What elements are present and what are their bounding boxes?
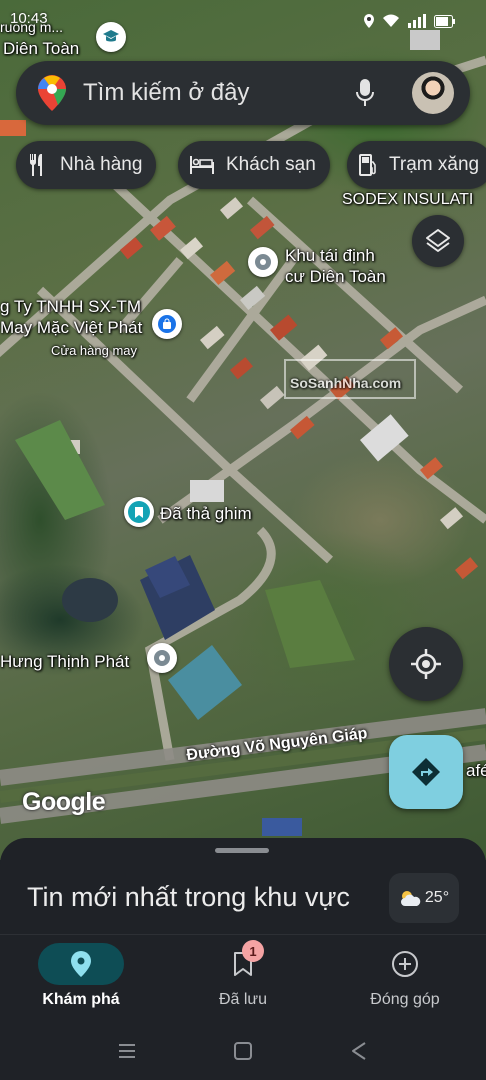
search-input[interactable]: Tìm kiếm ở đây (83, 79, 249, 107)
system-navigation-bar (0, 1026, 486, 1080)
top-left-partial-label: ruong m... (0, 19, 64, 35)
my-location-icon (411, 649, 441, 679)
back-icon[interactable] (350, 1042, 368, 1065)
temperature: 25° (424, 889, 450, 906)
cafe-partial-label[interactable]: afé (466, 760, 486, 781)
watermark-text: SoSanhNha.com (290, 375, 402, 391)
bottom-sheet[interactable]: Tin mới nhất trong khu vực 25° (0, 838, 486, 938)
nav-saved-label: Đã lưu (218, 991, 268, 1008)
chip-restaurants[interactable]: Nhà hàng (16, 141, 157, 189)
gas-station-icon (359, 154, 376, 176)
recent-apps-icon[interactable] (118, 1042, 136, 1065)
resettlement-pin[interactable] (248, 247, 278, 277)
nav-explore-label: Khám phá (42, 991, 120, 1008)
map-imagery (0, 30, 486, 836)
chip-label: Nhà hàng (60, 154, 143, 175)
partly-cloudy-icon (400, 891, 421, 906)
garment-line2: May Mặc Việt Phát (0, 318, 143, 337)
nav-contribute-label: Đóng góp (370, 991, 440, 1008)
place-icon (255, 254, 271, 270)
resettlement-line1: Khu tái định (285, 246, 375, 265)
chip-label: Trạm xăng (389, 154, 480, 175)
restaurant-icon (29, 154, 42, 176)
school-icon (103, 30, 119, 42)
chip-label: Khách sạn (226, 154, 316, 175)
wifi-icon (382, 14, 400, 33)
nav-contribute[interactable]: Đóng góp (324, 935, 486, 1027)
hotel-icon (190, 156, 214, 174)
nav-explore-pill (38, 943, 124, 985)
status-icons (364, 14, 456, 33)
garment-line1: g Ty TNHH SX-TM (0, 297, 142, 316)
google-logo: Google (22, 788, 106, 816)
hung-thinh-phat-label[interactable]: Hưng Thịnh Phát (0, 651, 129, 672)
satellite-map[interactable]: SoSanhNha.com 10:43 ruong m... Diên Toàn… (0, 0, 486, 860)
chip-hotels[interactable]: Khách sạn (178, 141, 330, 189)
search-bar[interactable]: Tìm kiếm ở đây (16, 61, 470, 125)
sheet-drag-handle[interactable] (215, 848, 269, 853)
add-circle-icon (392, 951, 418, 977)
microphone-icon[interactable] (356, 79, 374, 112)
hung-thinh-phat-pin[interactable] (147, 643, 177, 673)
sheet-title: Tin mới nhất trong khu vực (27, 882, 350, 912)
explore-pin-icon (71, 951, 91, 977)
chip-gas-stations[interactable]: Trạm xăng (347, 141, 486, 189)
location-status-icon (364, 14, 374, 33)
garment-company-label[interactable]: g Ty TNHH SX-TM May Mặc Việt Phát (0, 296, 142, 338)
shopping-bag-icon (158, 315, 176, 333)
bookmark-pin-icon (128, 501, 150, 523)
dropped-pin-label[interactable]: Đã thả ghim (160, 503, 252, 524)
place-icon (154, 650, 170, 666)
directions-icon (412, 758, 440, 786)
directions-button[interactable] (389, 735, 463, 809)
maps-logo-icon (38, 75, 66, 116)
shop-pin[interactable] (152, 309, 182, 339)
resettlement-line2: cư Diên Toàn (285, 267, 386, 286)
resettlement-label[interactable]: Khu tái định cư Diên Toàn (285, 245, 386, 287)
nav-contribute-pill (362, 943, 448, 985)
layers-button[interactable] (412, 215, 464, 267)
garment-category-label: Cửa hàng may (51, 343, 138, 358)
sodex-label[interactable]: SODEX INSULATI (342, 189, 473, 210)
weather-chip[interactable]: 25° (389, 873, 459, 923)
profile-avatar[interactable] (412, 72, 454, 114)
saved-badge: 1 (242, 940, 264, 962)
my-location-button[interactable] (389, 627, 463, 701)
home-icon[interactable] (234, 1042, 252, 1065)
school-pin[interactable] (96, 22, 126, 52)
signal-icon (408, 14, 426, 33)
battery-icon (434, 14, 456, 33)
nav-explore[interactable]: Khám phá (0, 935, 162, 1027)
dropped-pin-marker[interactable] (124, 497, 154, 527)
dien-toan-label[interactable]: Diên Toàn (3, 38, 79, 59)
layers-icon (426, 229, 450, 252)
